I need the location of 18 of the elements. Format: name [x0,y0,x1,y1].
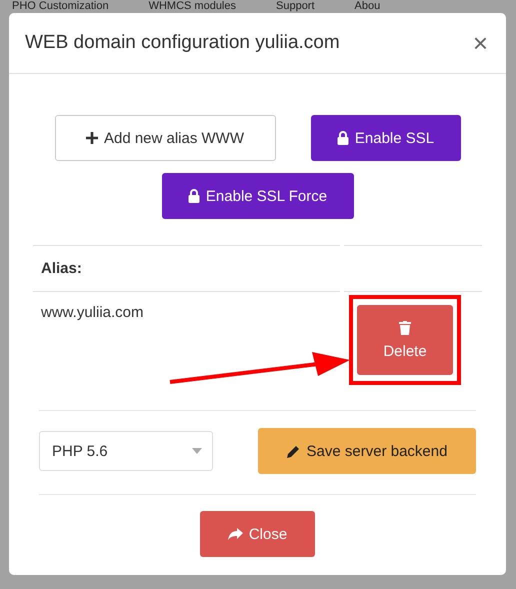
lock-icon [188,189,200,203]
pencil-icon [286,444,300,458]
plus-icon [86,132,98,144]
delete-button[interactable]: Delete [357,305,453,375]
action-button[interactable]: Add new alias WWW [54,115,276,161]
action-button[interactable]: Enable SSL [310,115,460,161]
table-cell: www.yuliia.com [41,304,144,321]
lock-icon [336,131,349,145]
php-version-select[interactable]: PHP 5.6 [39,431,213,471]
close-button[interactable]: Close [200,511,315,557]
action-button[interactable]: Enable SSL Force [162,173,354,219]
save-button[interactable]: Save server backend [258,428,476,474]
close-button[interactable]: × [472,30,488,56]
caret-icon [192,448,202,454]
modal-title: WEB domain configuration yuliia.com [25,32,340,54]
trash-icon [399,320,411,334]
share-arrow-icon [228,528,243,540]
column-header: Alias: [33,245,340,292]
